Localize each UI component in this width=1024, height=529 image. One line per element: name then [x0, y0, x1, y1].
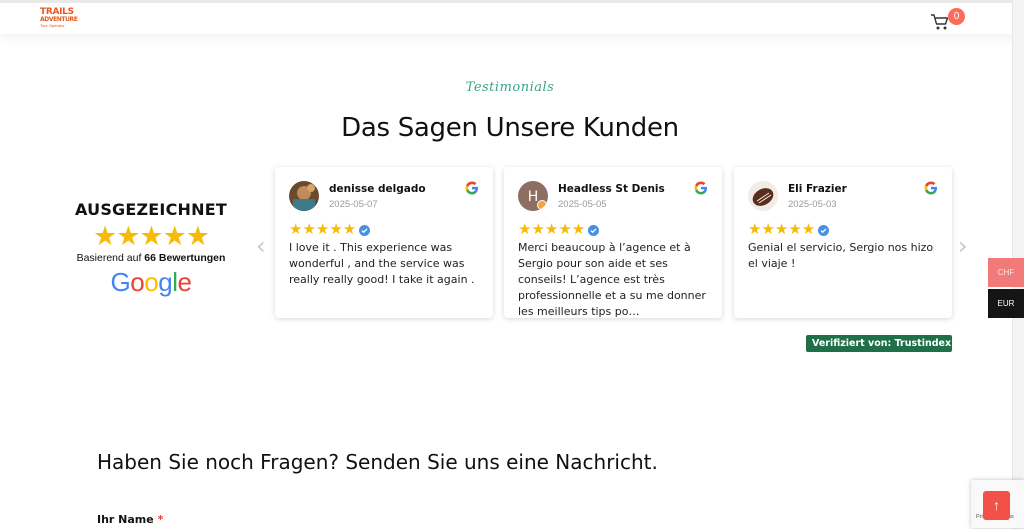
carousel-next-button[interactable]: › [958, 232, 968, 260]
currency-option-chf[interactable]: CHF [988, 258, 1024, 287]
rating-basis: Basierend auf 66 Bewertungen [62, 252, 240, 264]
google-logo: Google [110, 267, 192, 297]
google-g-icon [694, 181, 708, 195]
cart-icon[interactable] [930, 13, 950, 31]
review-card[interactable]: denisse delgado 2025-05-07 ★★★★★ I love … [275, 167, 493, 318]
rating-basis-prefix: Basierend auf [76, 252, 142, 264]
rating-basis-count: 66 Bewertungen [144, 252, 226, 264]
rating-summary: AUSGEZEICHNET ★★★★★ Basierend auf 66 Bew… [62, 200, 240, 298]
trustindex-verified-badge[interactable]: Verifiziert von: Trustindex i [806, 335, 952, 366]
google-g-icon [924, 181, 938, 195]
review-card[interactable]: H Headless St Denis 2025-05-05 ★★★★★ Mer… [504, 167, 722, 318]
reviewer-name: Eli Frazier [788, 183, 847, 195]
trustindex-label: Verifiziert von: Trustindex [812, 338, 952, 349]
review-stars: ★★★★★ [518, 221, 586, 238]
review-text: Merci beaucoup à l’agence et à Sergio po… [518, 241, 706, 318]
review-date: 2025-05-03 [788, 199, 837, 210]
site-header: TRAILS ADVENTURE Tour Operator 0 [0, 0, 1024, 34]
reviewer-name: Headless St Denis [558, 183, 665, 195]
review-stars: ★★★★★ [748, 221, 816, 238]
verified-check-icon [588, 223, 599, 236]
carousel-prev-button[interactable]: ‹ [256, 232, 266, 260]
rating-label: AUSGEZEICHNET [75, 200, 227, 219]
logo-line-3: Tour Operator [40, 23, 65, 28]
section-eyebrow: Testimonials [465, 80, 555, 95]
review-date: 2025-05-07 [329, 199, 378, 210]
required-mark: * [157, 513, 164, 526]
info-icon[interactable]: i [814, 356, 824, 366]
contact-title: Haben Sie noch Fragen? Senden Sie uns ei… [97, 450, 658, 474]
page: TRAILS ADVENTURE Tour Operator 0 Testimo… [0, 0, 1024, 529]
section-title: Das Sagen Unsere Kunden [341, 113, 679, 143]
reviewer-avatar: H [518, 181, 548, 211]
review-card[interactable]: Eli Frazier 2025-05-03 ★★★★★ Genial el s… [734, 167, 952, 318]
review-text: Genial el servicio, Sergio nos hizo el v… [748, 241, 934, 270]
site-logo[interactable]: TRAILS ADVENTURE Tour Operator [40, 8, 80, 34]
review-stars: ★★★★★ [289, 221, 357, 238]
review-text: I love it . This experience was wonderfu… [289, 241, 475, 286]
cart-count-badge: 0 [948, 8, 965, 25]
logo-line-2: ADVENTURE [40, 16, 78, 23]
reviewer-avatar [748, 181, 778, 211]
name-label-text: Ihr Name [97, 513, 154, 526]
avatar-letter: H [528, 189, 539, 205]
reviewer-avatar [289, 181, 319, 211]
verified-check-icon [359, 223, 370, 236]
currency-option-eur[interactable]: EUR [988, 289, 1024, 318]
back-to-top-button[interactable]: ↑ [983, 491, 1010, 520]
google-g-icon [465, 181, 479, 195]
name-field-label: Ihr Name * [97, 513, 163, 526]
logo-line-1: TRAILS [40, 7, 74, 17]
review-date: 2025-05-05 [558, 199, 607, 210]
verified-check-icon [818, 223, 829, 236]
rating-stars: ★★★★★ [92, 221, 210, 251]
reviewer-name: denisse delgado [329, 183, 426, 195]
